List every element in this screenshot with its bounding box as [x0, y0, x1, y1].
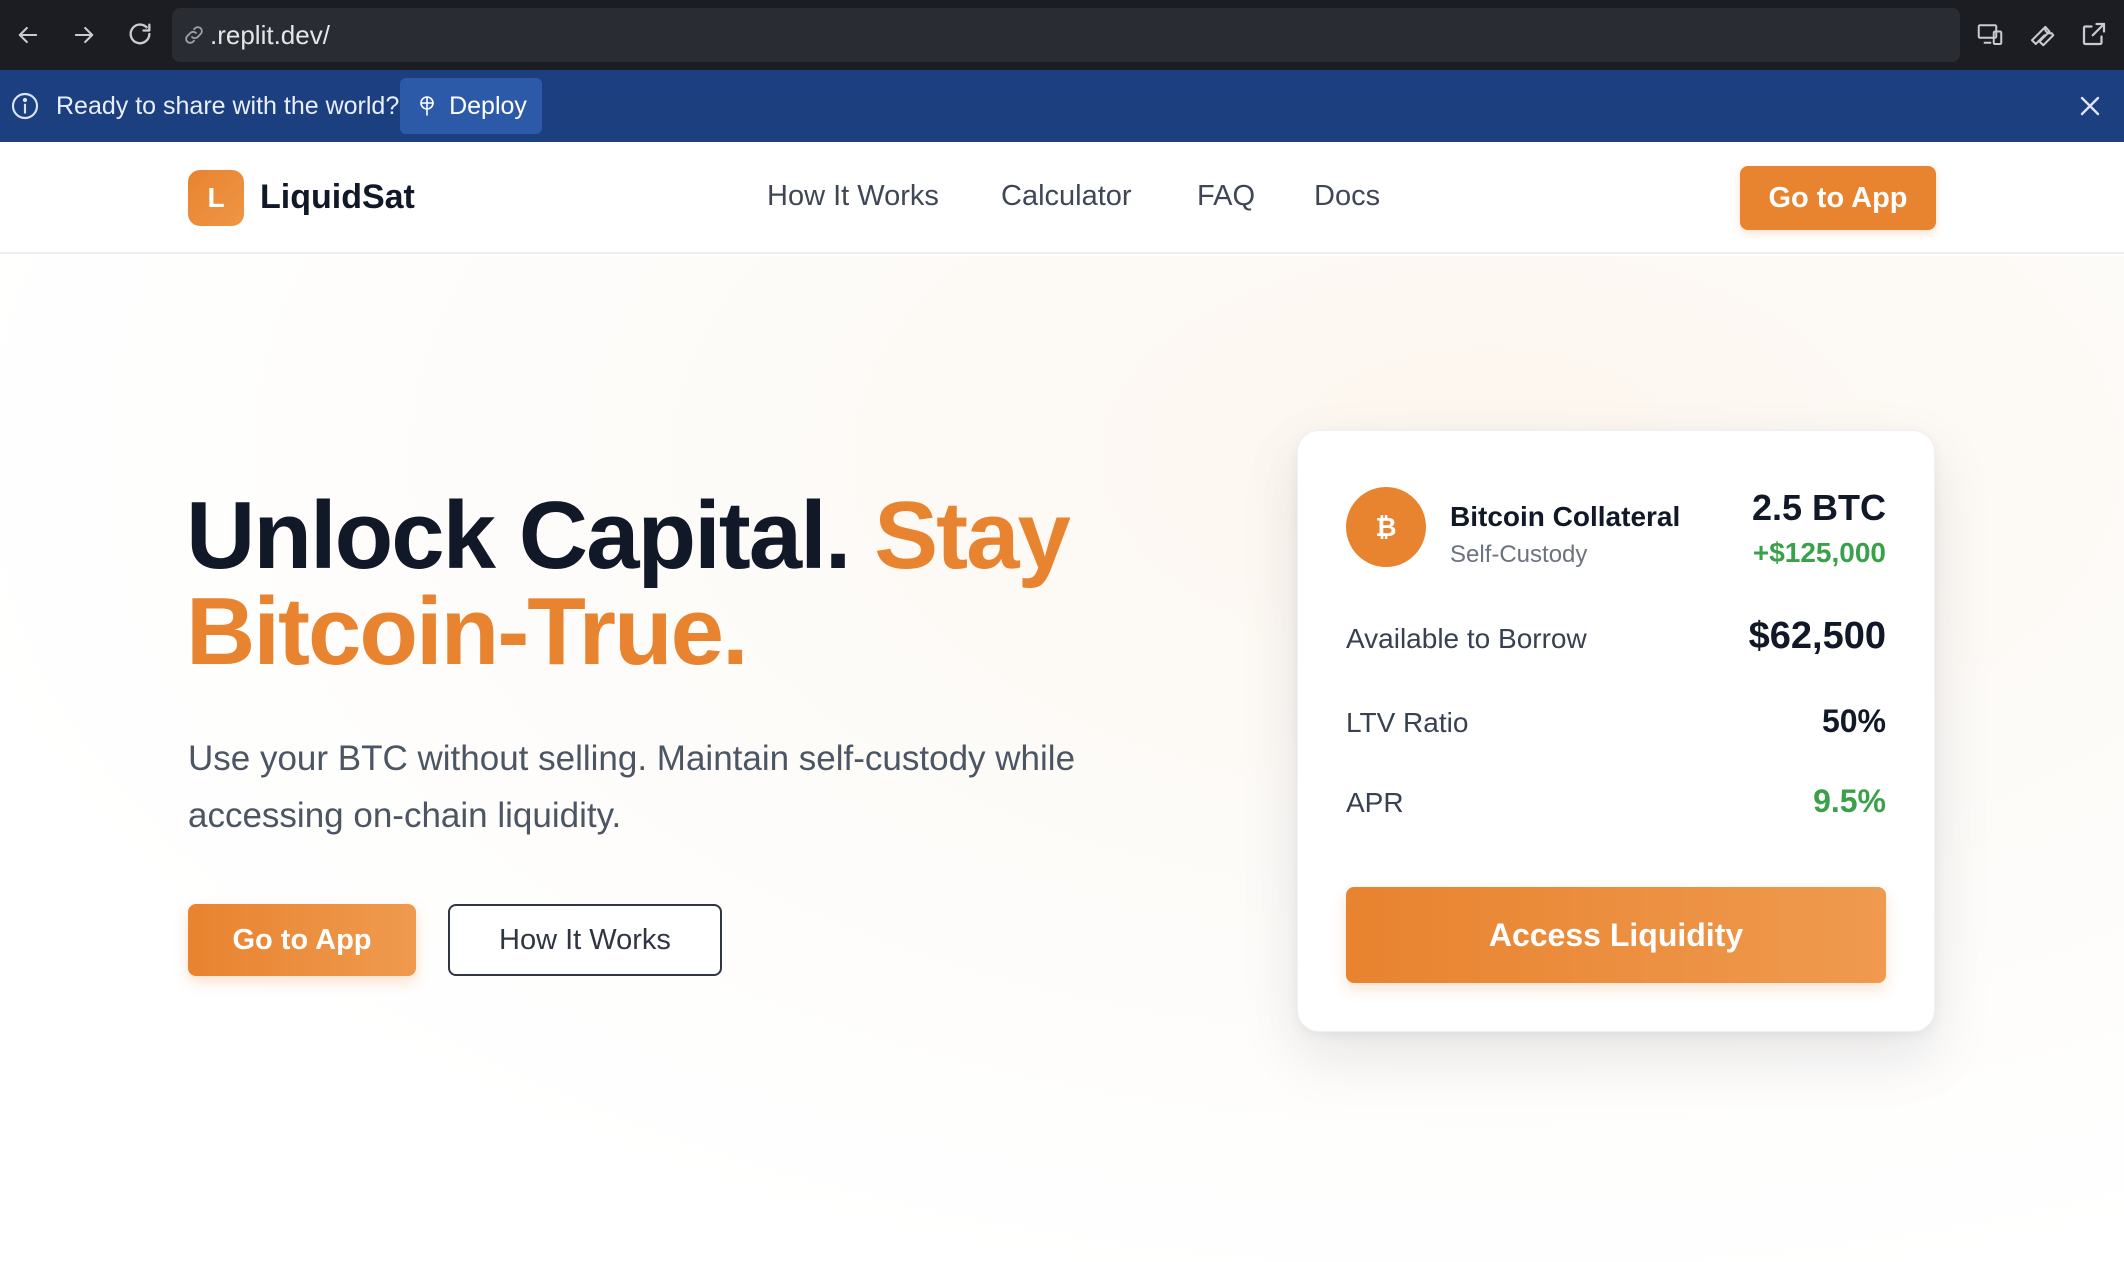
- devices-icon[interactable]: [1970, 14, 2010, 54]
- asset-name: Bitcoin Collateral: [1450, 501, 1681, 532]
- borrow-label: Available to Borrow: [1346, 623, 1587, 654]
- hero-section: Unlock Capital. Stay Bitcoin-True. Use y…: [0, 256, 2124, 1262]
- link-icon: [182, 23, 206, 47]
- close-icon[interactable]: [2074, 90, 2106, 122]
- collateral-card: ₿ Bitcoin Collateral Self-Custody 2.5 BT…: [1297, 430, 1935, 1032]
- info-icon: [9, 90, 41, 122]
- wrench-icon[interactable]: [2022, 14, 2062, 54]
- site-header: L LiquidSat How It Works Calculator FAQ …: [0, 142, 2124, 254]
- header-go-to-app-button[interactable]: Go to App: [1740, 166, 1936, 230]
- nav-faq[interactable]: FAQ: [1197, 180, 1255, 213]
- deploy-icon: [415, 94, 439, 118]
- url-text: .replit.dev/: [210, 19, 330, 50]
- banner-message: Ready to share with the world?: [56, 92, 400, 120]
- deploy-banner: Ready to share with the world? Deploy: [0, 70, 2124, 142]
- ltv-value: 50%: [1821, 703, 1886, 739]
- reload-icon[interactable]: [120, 14, 160, 54]
- deploy-button-label: Deploy: [449, 91, 527, 120]
- address-bar[interactable]: .replit.dev/: [172, 8, 1960, 62]
- apr-value: 9.5%: [1813, 783, 1886, 819]
- browser-toolbar: .replit.dev/: [0, 0, 2124, 70]
- forward-arrow-icon[interactable]: [64, 15, 104, 55]
- headline-accent-1: Stay: [874, 482, 1071, 589]
- asset-subtitle: Self-Custody: [1450, 541, 1588, 568]
- hero-go-to-app-button[interactable]: Go to App: [188, 904, 416, 976]
- hero-headline: Unlock Capital. Stay Bitcoin-True.: [186, 488, 1146, 680]
- btc-amount: 2.5 BTC: [1751, 487, 1886, 528]
- bitcoin-icon: ₿: [1346, 487, 1426, 567]
- headline-accent-2: Bitcoin-True.: [186, 578, 749, 685]
- headline-dark: Unlock Capital.: [186, 482, 851, 589]
- nav-docs[interactable]: Docs: [1314, 180, 1380, 213]
- nav-calculator[interactable]: Calculator: [1001, 180, 1132, 213]
- access-liquidity-button[interactable]: Access Liquidity: [1346, 887, 1886, 983]
- apr-label: APR: [1346, 787, 1404, 818]
- nav-how-it-works[interactable]: How It Works: [767, 180, 939, 213]
- hero-how-it-works-button[interactable]: How It Works: [448, 904, 722, 976]
- deploy-button[interactable]: Deploy: [400, 78, 542, 134]
- external-link-icon[interactable]: [2074, 14, 2114, 54]
- hero-subhead: Use your BTC without selling. Maintain s…: [188, 739, 1076, 835]
- back-arrow-icon[interactable]: [8, 15, 48, 55]
- usd-value: +$125,000: [1752, 537, 1886, 568]
- borrow-value: $62,500: [1748, 615, 1886, 657]
- ltv-label: LTV Ratio: [1346, 707, 1469, 738]
